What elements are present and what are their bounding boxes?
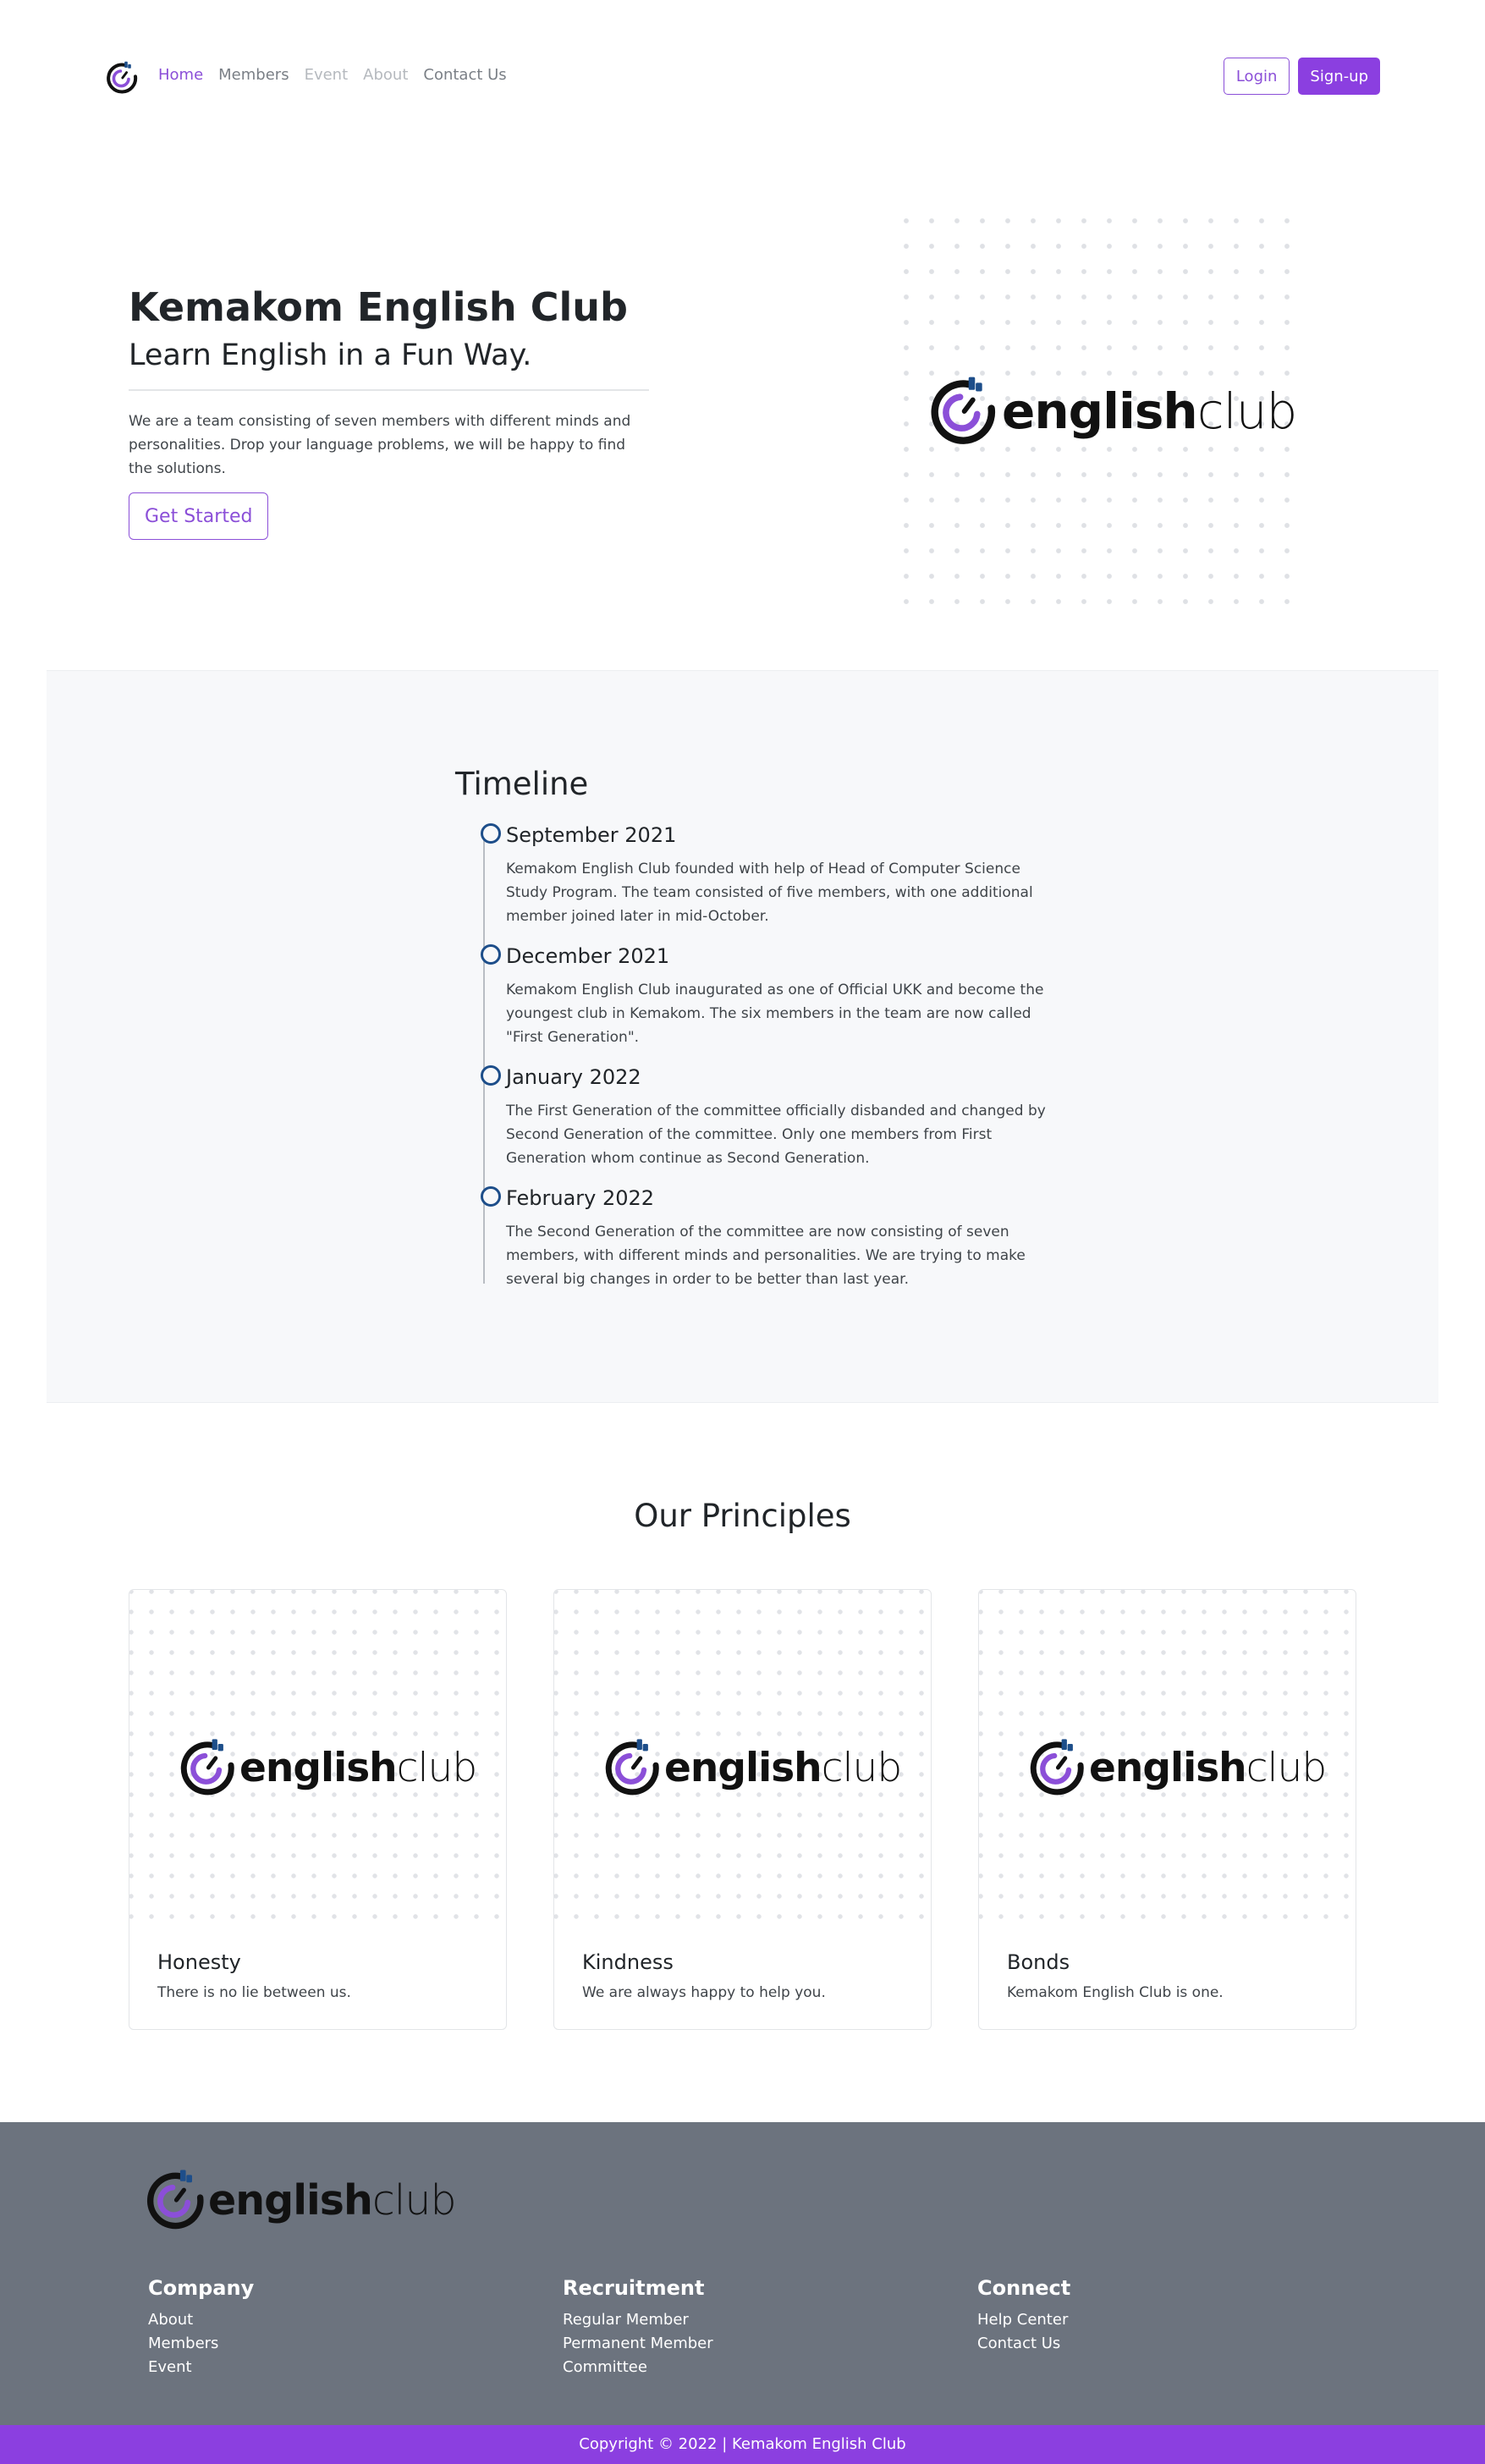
timeline-dot-icon	[481, 1065, 501, 1086]
footer-column-title: Company	[148, 2276, 255, 2300]
timeline-date: February 2022	[506, 1186, 655, 1210]
timeline-text: Kemakom English Club founded with help o…	[506, 861, 1033, 925]
hero-logo: englishclub	[927, 376, 1297, 447]
nav-link-members[interactable]: Members	[218, 66, 289, 84]
login-button[interactable]: Login	[1223, 58, 1290, 95]
footer-link-about[interactable]: About	[148, 2308, 254, 2332]
timeline-line	[483, 833, 485, 1284]
logo-icon	[144, 2169, 206, 2231]
nav-link-event[interactable]: Event	[305, 66, 349, 84]
footer-column-connect: Connect Help Center Contact Us	[977, 2276, 1070, 2356]
nav-logo[interactable]	[105, 61, 139, 95]
card-logo: englishclub	[178, 1738, 477, 1797]
logo-icon	[105, 61, 139, 95]
card-title: Bonds	[1007, 1950, 1070, 1974]
timeline-text: The Second Generation of the committee a…	[506, 1224, 1026, 1288]
card-text: Kemakom English Club is one.	[1007, 1984, 1224, 2001]
footer-link-members[interactable]: Members	[148, 2332, 254, 2356]
timeline-text: Kemakom English Club inaugurated as one …	[506, 982, 1044, 1046]
nav-link-about[interactable]: About	[363, 66, 408, 84]
hero-subtitle: Learn English in a Fun Way.	[129, 338, 532, 372]
timeline-item: September 2021 Kemakom English Club foun…	[481, 823, 1048, 928]
timeline-date: September 2021	[506, 823, 677, 847]
navbar: Home Members Event About Contact Us Logi…	[0, 0, 1485, 152]
principle-card: englishclub Honesty There is no lie betw…	[129, 1589, 507, 2030]
timeline-item: February 2022 The Second Generation of t…	[481, 1186, 1048, 1291]
footer-column-title: Connect	[977, 2276, 1071, 2300]
principle-card: englishclub Kindness We are always happy…	[553, 1589, 932, 2030]
timeline-title: Timeline	[455, 766, 589, 802]
hero-divider	[129, 389, 649, 391]
footer: englishclub Company About Members Event …	[0, 2122, 1485, 2425]
logo-wordmark: englishclub	[239, 1744, 477, 1791]
logo-icon	[927, 376, 998, 447]
footer-link-contact-us[interactable]: Contact Us	[977, 2332, 1070, 2356]
timeline-section: Timeline September 2021 Kemakom English …	[47, 670, 1438, 1403]
principles-section: Our Principles englishclub Honesty There…	[0, 1403, 1485, 2122]
timeline-date: December 2021	[506, 944, 670, 968]
logo-icon	[178, 1738, 237, 1797]
timeline-dot-icon	[481, 823, 501, 844]
hero-section: Kemakom English Club Learn English in a …	[0, 152, 1485, 670]
card-text: We are always happy to help you.	[582, 1984, 826, 2001]
timeline-item: December 2021 Kemakom English Club inaug…	[481, 944, 1048, 1049]
logo-icon	[602, 1738, 662, 1797]
signup-button[interactable]: Sign-up	[1298, 58, 1380, 95]
card-logo: englishclub	[602, 1738, 902, 1797]
footer-link-committee[interactable]: Committee	[563, 2356, 713, 2379]
logo-wordmark: englishclub	[1002, 382, 1297, 440]
nav-links: Home Members Event About Contact Us	[158, 66, 507, 84]
footer-column-title: Recruitment	[563, 2276, 705, 2300]
timeline-item: January 2022 The First Generation of the…	[481, 1065, 1048, 1170]
footer-link-permanent-member[interactable]: Permanent Member	[563, 2332, 713, 2356]
get-started-button[interactable]: Get Started	[129, 492, 269, 540]
nav-link-contact[interactable]: Contact Us	[423, 66, 506, 84]
principle-card: englishclub Bonds Kemakom English Club i…	[978, 1589, 1356, 2030]
timeline-dot-icon	[481, 1186, 501, 1207]
footer-logo[interactable]: englishclub	[144, 2169, 457, 2231]
footer-link-event[interactable]: Event	[148, 2356, 254, 2379]
nav-actions: Login Sign-up	[1223, 58, 1380, 95]
footer-column-company: Company About Members Event	[148, 2276, 254, 2379]
card-text: There is no lie between us.	[157, 1984, 351, 2001]
nav-link-home[interactable]: Home	[158, 66, 203, 84]
logo-icon	[1027, 1738, 1086, 1797]
footer-column-recruitment: Recruitment Regular Member Permanent Mem…	[563, 2276, 713, 2379]
logo-wordmark: englishclub	[1089, 1744, 1327, 1791]
card-title: Kindness	[582, 1950, 674, 1974]
timeline-text: The First Generation of the committee of…	[506, 1103, 1046, 1167]
timeline-date: January 2022	[506, 1065, 641, 1089]
logo-wordmark: englishclub	[208, 2175, 457, 2225]
footer-link-help-center[interactable]: Help Center	[977, 2308, 1070, 2332]
principles-title: Our Principles	[634, 1498, 851, 1534]
hero-description: We are a team consisting of seven member…	[129, 413, 631, 477]
logo-wordmark: englishclub	[664, 1744, 902, 1791]
card-logo: englishclub	[1027, 1738, 1327, 1797]
card-title: Honesty	[157, 1950, 241, 1974]
timeline-dot-icon	[481, 944, 501, 965]
footer-link-regular-member[interactable]: Regular Member	[563, 2308, 713, 2332]
hero-title: Kemakom English Club	[129, 284, 628, 330]
copyright-bar: Copyright © 2022 | Kemakom English Club	[0, 2425, 1485, 2464]
